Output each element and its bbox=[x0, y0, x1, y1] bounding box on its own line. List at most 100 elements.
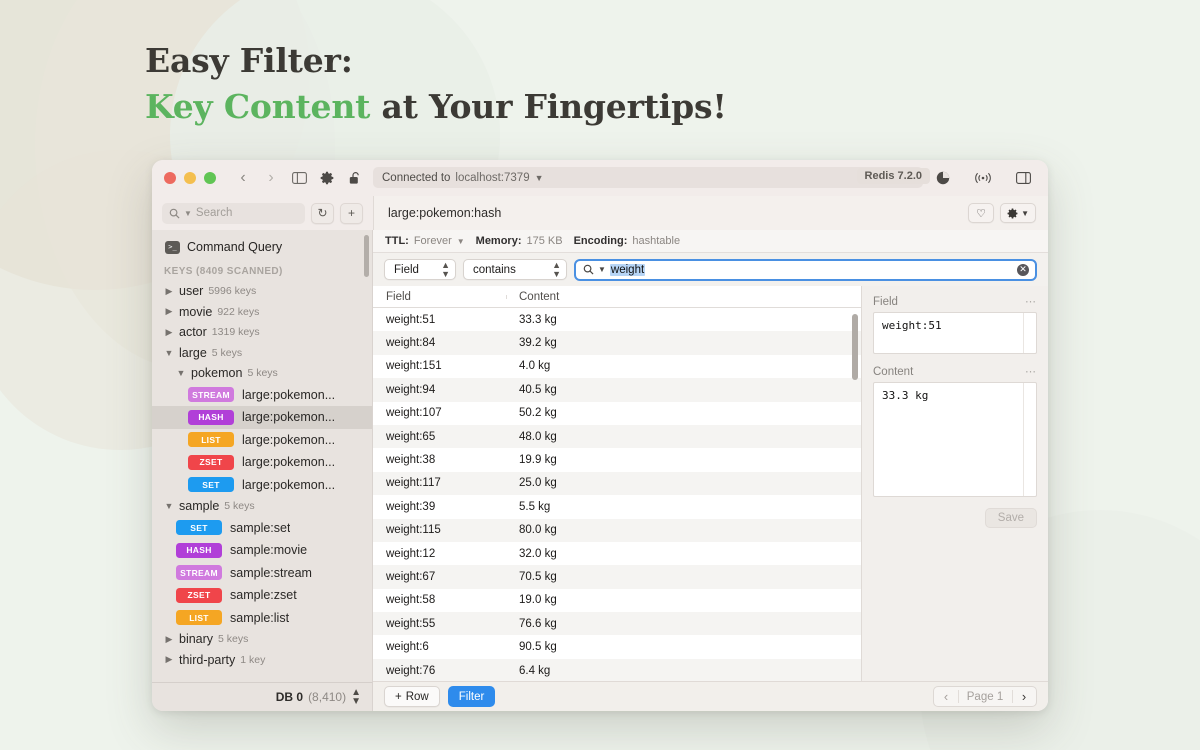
table-row[interactable]: weight:6 90.5 kg bbox=[373, 635, 861, 658]
table-row[interactable]: weight:115 80.0 kg bbox=[373, 518, 861, 542]
sidebar-toggle-icon[interactable] bbox=[286, 166, 312, 190]
cell-field: weight:6 bbox=[386, 641, 429, 654]
add-key-button[interactable]: + bbox=[340, 202, 363, 224]
analytics-pie-icon[interactable] bbox=[930, 166, 956, 190]
table-row[interactable]: weight:55 76.6 kg bbox=[373, 612, 861, 636]
current-key-name: large:pokemon:hash bbox=[388, 206, 502, 220]
list-item[interactable]: LIST large:pokemon... bbox=[152, 429, 372, 452]
field-options-icon[interactable]: ⋯ bbox=[1025, 295, 1037, 308]
chevron-right-icon: ▶ bbox=[165, 326, 173, 337]
save-button[interactable]: Save bbox=[984, 508, 1037, 528]
table-row[interactable]: weight:58 19.0 kg bbox=[373, 589, 861, 612]
chevron-down-icon: ▼ bbox=[164, 347, 174, 358]
window-titlebar: ‹ › Connected to localhost:7379 ▼ Redis … bbox=[152, 160, 1048, 196]
list-item-selected[interactable]: HASH large:pokemon... bbox=[152, 406, 372, 429]
db-label: DB 0 bbox=[275, 690, 304, 704]
chevron-updown-icon: ▲ ▼ bbox=[552, 259, 561, 279]
favorite-button[interactable]: ♡ bbox=[968, 203, 995, 223]
maximize-button[interactable] bbox=[204, 172, 216, 184]
table-row[interactable]: weight:38 19.9 kg bbox=[373, 448, 861, 471]
cell-field: weight:51 bbox=[386, 313, 436, 326]
filter-field-select[interactable]: Field ▲ ▼ bbox=[384, 259, 456, 280]
prev-page-button[interactable]: ‹ bbox=[934, 689, 958, 704]
table-row[interactable]: weight:151 4.0 kg bbox=[373, 355, 861, 378]
table-row[interactable]: weight:12 32.0 kg bbox=[373, 542, 861, 565]
key-type-badge: HASH bbox=[176, 542, 222, 558]
cell-content: 6.4 kg bbox=[519, 664, 551, 677]
close-button[interactable] bbox=[164, 172, 176, 184]
table-row[interactable]: weight:84 39.2 kg bbox=[373, 331, 861, 355]
clear-search-button[interactable]: ✕ bbox=[1017, 263, 1029, 276]
detail-panel: Field ⋯ weight:51 Content ⋯ 33.3 kg Save bbox=[861, 286, 1048, 681]
tree-group-user[interactable]: ▶ user 5996 keys bbox=[152, 281, 372, 302]
key-info-bar: TTL: Forever ▼ Memory: 175 KB Encoding: … bbox=[373, 230, 1048, 253]
cell-content: 70.5 kg bbox=[519, 570, 557, 583]
table-row[interactable]: weight:94 40.5 kg bbox=[373, 378, 861, 402]
detail-content-editor[interactable]: 33.3 kg bbox=[873, 382, 1037, 497]
search-icon bbox=[169, 208, 180, 219]
refresh-button[interactable]: ↻ bbox=[311, 202, 334, 224]
table-row[interactable]: weight:65 48.0 kg bbox=[373, 424, 861, 449]
promo-headline-accent: Key Content bbox=[145, 87, 371, 126]
back-button[interactable]: ‹ bbox=[230, 166, 256, 190]
table-scrollbar[interactable] bbox=[852, 314, 858, 380]
detail-field-editor[interactable]: weight:51 bbox=[873, 312, 1037, 354]
table-row[interactable]: weight:51 33.3 kg bbox=[373, 308, 861, 331]
tree-group-movie[interactable]: ▶ movie 922 keys bbox=[152, 302, 372, 323]
list-item[interactable]: LIST sample:list bbox=[152, 607, 372, 630]
db-stepper[interactable]: ▲ ▼ bbox=[351, 687, 361, 707]
key-settings-button[interactable]: ▼ bbox=[1000, 203, 1036, 223]
list-item[interactable]: STREAM large:pokemon... bbox=[152, 384, 372, 407]
cell-field: weight:58 bbox=[386, 594, 436, 607]
cell-field: weight:67 bbox=[386, 570, 436, 583]
chevron-right-icon: ▶ bbox=[165, 633, 173, 644]
filter-search-input[interactable]: ▼ weight ✕ bbox=[574, 258, 1037, 281]
redis-version-badge: Redis 7.2.0 bbox=[856, 168, 930, 184]
filter-operator-value: contains bbox=[473, 263, 516, 276]
right-panel-toggle-icon[interactable] bbox=[1010, 166, 1036, 190]
chevron-down-icon[interactable]: ▼ bbox=[457, 237, 465, 246]
pagination: ‹ Page 1 › bbox=[933, 686, 1037, 707]
cell-field: weight:76 bbox=[386, 664, 436, 677]
table-row[interactable]: weight:76 6.4 kg bbox=[373, 658, 861, 681]
add-row-button[interactable]: + Row bbox=[384, 686, 440, 707]
table-container: Field Content weight:51 33.3 kg weight:84… bbox=[373, 286, 1048, 681]
tree-group-actor[interactable]: ▶ actor 1319 keys bbox=[152, 322, 372, 343]
tree-group-label: third-party bbox=[179, 652, 236, 667]
minimize-button[interactable] bbox=[184, 172, 196, 184]
ttl-value[interactable]: Forever bbox=[414, 235, 452, 247]
table-row[interactable]: weight:107 50.2 kg bbox=[373, 402, 861, 425]
sidebar-item-command-query[interactable]: >_ Command Query bbox=[152, 237, 372, 257]
tree-group-sample[interactable]: ▼ sample 5 keys bbox=[152, 496, 372, 517]
column-header-field[interactable]: Field bbox=[373, 291, 506, 303]
table-row[interactable]: weight:67 70.5 kg bbox=[373, 565, 861, 589]
tree-group-third-party[interactable]: ▶ third-party 1 key bbox=[152, 650, 372, 671]
search-input[interactable]: ▼ Search bbox=[162, 202, 305, 224]
list-item[interactable]: SET large:pokemon... bbox=[152, 474, 372, 497]
detail-spacer bbox=[873, 354, 1037, 365]
tree-group-binary[interactable]: ▶ binary 5 keys bbox=[152, 629, 372, 650]
table-row[interactable]: weight:117 25.0 kg bbox=[373, 471, 861, 496]
next-page-button[interactable]: › bbox=[1012, 689, 1036, 704]
column-header-content[interactable]: Content bbox=[506, 291, 845, 303]
table-row[interactable]: weight:39 5.5 kg bbox=[373, 495, 861, 518]
list-item[interactable]: SET sample:set bbox=[152, 517, 372, 540]
filter-operator-select[interactable]: contains ▲ ▼ bbox=[463, 259, 567, 280]
key-header: large:pokemon:hash ♡ ▼ bbox=[373, 196, 1048, 230]
unlock-icon[interactable] bbox=[342, 166, 368, 190]
forward-button[interactable]: › bbox=[258, 166, 284, 190]
tree-group-large[interactable]: ▼ large 5 keys bbox=[152, 343, 372, 364]
tree-group-pokemon[interactable]: ▼ pokemon 5 keys bbox=[152, 363, 372, 384]
connection-status-pill[interactable]: Connected to localhost:7379 ▼ bbox=[373, 167, 923, 188]
settings-gear-icon[interactable] bbox=[314, 166, 340, 190]
pubsub-broadcast-icon[interactable] bbox=[970, 166, 996, 190]
filter-button[interactable]: Filter bbox=[447, 686, 496, 707]
chevron-right-icon: ▶ bbox=[165, 306, 173, 317]
sidebar-scrollbar[interactable] bbox=[364, 235, 369, 277]
content-options-icon[interactable]: ⋯ bbox=[1025, 365, 1037, 378]
list-item[interactable]: HASH sample:movie bbox=[152, 539, 372, 562]
cell-field: weight:55 bbox=[386, 617, 436, 630]
list-item[interactable]: ZSET sample:zset bbox=[152, 584, 372, 607]
list-item[interactable]: ZSET large:pokemon... bbox=[152, 451, 372, 474]
list-item[interactable]: STREAM sample:stream bbox=[152, 562, 372, 585]
